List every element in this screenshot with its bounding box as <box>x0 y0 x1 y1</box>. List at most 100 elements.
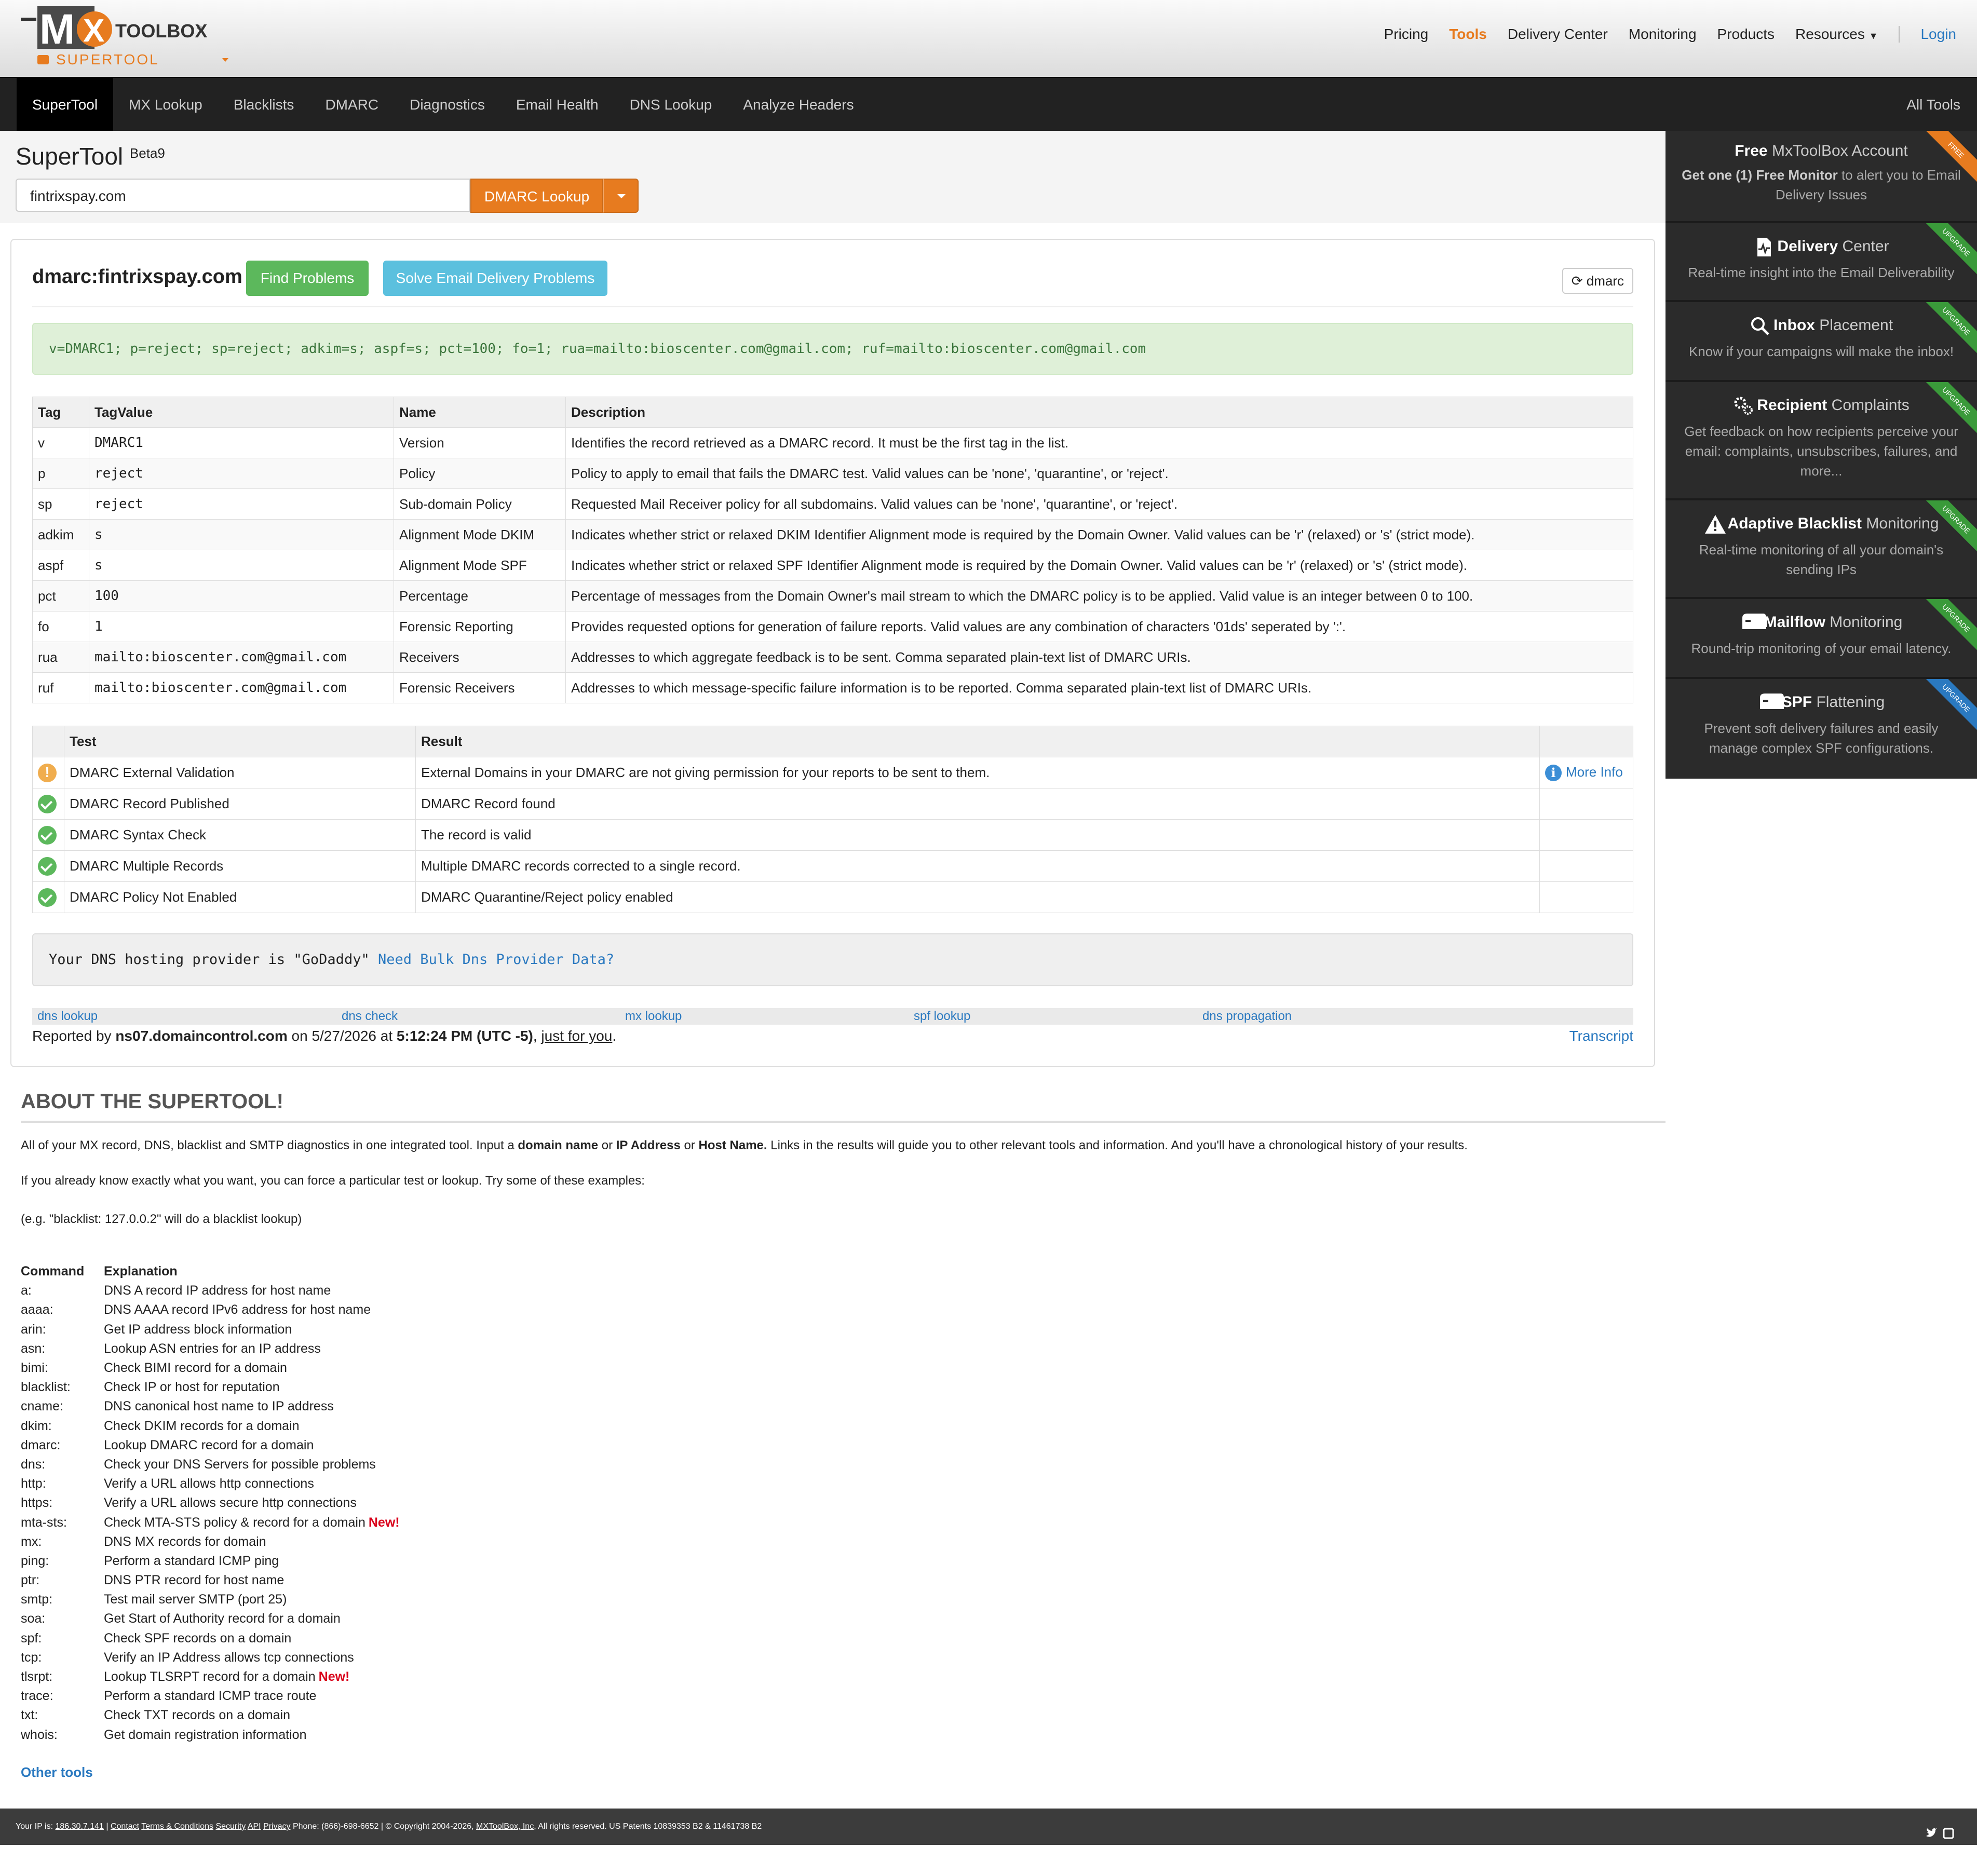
nav-monitoring[interactable]: Monitoring <box>1629 26 1697 43</box>
sidebar-mailflow[interactable]: UPGRADE Mailflow Monitoring Round-trip m… <box>1665 599 1977 679</box>
other-tools-link[interactable]: Other tools <box>21 1764 1665 1780</box>
nav-delivery-center[interactable]: Delivery Center <box>1508 26 1608 43</box>
name-cell: Receivers <box>394 642 566 673</box>
refresh-dmarc-button[interactable]: ⟳ dmarc <box>1562 268 1633 294</box>
login-link[interactable]: Login <box>1899 26 1956 43</box>
command-list: Command Explanation a: DNS A record IP ad… <box>21 1262 1665 1745</box>
command-explanation-text: Check IP or host for reputation <box>104 1380 280 1395</box>
description-cell: Identifies the record retrieved as a DMA… <box>565 427 1633 458</box>
nav-products[interactable]: Products <box>1717 26 1775 43</box>
pulse-document-icon <box>1753 237 1774 257</box>
ip-address-link[interactable]: 186.30.7.141 <box>56 1822 104 1831</box>
nav-tools[interactable]: Tools <box>1449 26 1487 43</box>
more-info-cell <box>1539 881 1633 913</box>
dmarc-record-text: v=DMARC1; p=reject; sp=reject; adkim=s; … <box>32 323 1633 375</box>
tag-row: rua mailto:bioscenter.com@gmail.com Receiv… <box>32 642 1633 673</box>
command-explanation-text: Get Start of Authority record for a doma… <box>104 1611 341 1626</box>
test-name-cell: DMARC Syntax Check <box>64 819 416 851</box>
tag-row: aspf s Alignment Mode SPF Indicates whether… <box>32 550 1633 581</box>
command-explanation-text: Get domain registration information <box>104 1727 307 1742</box>
transcript-link[interactable]: Transcript <box>1569 1028 1633 1044</box>
sidebar-inbox-placement[interactable]: UPGRADE Inbox Placement Know if your cam… <box>1665 302 1977 382</box>
square-icon[interactable] <box>1943 1828 1954 1839</box>
check-circle-icon <box>38 857 57 876</box>
reported-date: on 5/27/2026 at <box>291 1028 393 1044</box>
tab-supertool[interactable]: SuperTool <box>17 78 114 132</box>
link-dns-check[interactable]: dns check <box>342 1008 398 1025</box>
nav-resources[interactable]: Resources ▼ <box>1795 26 1878 43</box>
col-description: Description <box>565 397 1633 428</box>
command-explanation: DNS AAAA record IPv6 address for host na… <box>104 1302 371 1317</box>
sidebar-title-bold: Adaptive Blacklist <box>1727 514 1862 532</box>
sidebar-title-bold: Delivery <box>1777 237 1838 255</box>
sidebar-title-light: Monitoring <box>1866 514 1939 532</box>
command-name: tlsrpt: <box>21 1669 53 1684</box>
nav-pricing[interactable]: Pricing <box>1384 26 1429 43</box>
tab-diagnostics[interactable]: Diagnostics <box>394 78 500 132</box>
solve-delivery-problems-button[interactable]: Solve Email Delivery Problems <box>383 261 607 296</box>
bulk-dns-link[interactable]: Need Bulk Dns Provider Data? <box>378 951 614 968</box>
more-info-cell <box>1539 850 1633 882</box>
col-status <box>32 726 64 757</box>
footer-contact-link[interactable]: Contact <box>111 1822 139 1831</box>
sidebar-adaptive-blacklist[interactable]: UPGRADE Adaptive Blacklist Monitoring Re… <box>1665 500 1977 599</box>
col-more <box>1539 726 1633 757</box>
ip-label: Your IP is: <box>16 1822 53 1831</box>
command-explanation: Perform a standard ICMP trace route <box>104 1689 316 1704</box>
tab-mx-lookup[interactable]: MX Lookup <box>113 78 218 132</box>
footer-company-link[interactable]: MXToolBox, Inc <box>476 1822 534 1831</box>
sidebar-title-light: Center <box>1842 237 1889 255</box>
tool-navbar: SuperTool MX Lookup Blacklists DMARC Dia… <box>0 77 1977 132</box>
command-name: dmarc: <box>21 1437 61 1452</box>
more-info-link[interactable]: More Info <box>1566 764 1623 780</box>
sidebar-free-account[interactable]: FREE Free MxToolBox Account Get one (1) … <box>1665 131 1977 223</box>
command-explanation: Check TXT records on a domain <box>104 1708 290 1723</box>
about-bold: domain name <box>518 1138 599 1152</box>
nav-resources-label: Resources <box>1795 26 1865 42</box>
footer-security-link[interactable]: Security <box>215 1822 246 1831</box>
twitter-icon[interactable] <box>1926 1828 1937 1837</box>
mxtoolbox-logo[interactable]: M X TOOLBOX ® SUPERTOOL <box>21 4 239 72</box>
link-dns-lookup[interactable]: dns lookup <box>37 1008 98 1025</box>
footer-terms-link[interactable]: Terms & Conditions <box>141 1822 213 1831</box>
info-icon[interactable] <box>1545 765 1562 782</box>
command-explanation-text: DNS PTR record for host name <box>104 1573 285 1588</box>
command-name: trace: <box>21 1689 53 1704</box>
name-cell: Sub-domain Policy <box>394 488 566 520</box>
tag-cell: adkim <box>32 519 89 550</box>
all-tools-link[interactable]: All Tools <box>1906 78 1960 132</box>
just-for-you-link[interactable]: just for you <box>541 1028 612 1044</box>
result-card: dmarc:fintrixspay.com Find Problems Solv… <box>10 239 1655 1067</box>
find-problems-button[interactable]: Find Problems <box>246 261 369 296</box>
tab-analyze-headers[interactable]: Analyze Headers <box>727 78 869 132</box>
dmarc-lookup-button[interactable]: DMARC Lookup <box>470 179 603 213</box>
command-row: trace: Perform a standard ICMP trace rout… <box>21 1687 1665 1706</box>
sidebar-spf-flattening[interactable]: UPGRADE SPF Flattening Prevent soft deli… <box>1665 679 1977 779</box>
mailbox-icon <box>1758 692 1784 713</box>
tab-dmarc[interactable]: DMARC <box>309 78 394 132</box>
tab-blacklists[interactable]: Blacklists <box>218 78 310 132</box>
tag-row: fo 1 Forensic Reporting Provides requested … <box>32 611 1633 642</box>
command-row: aaaa: DNS AAAA record IPv6 address for ho… <box>21 1300 1665 1320</box>
tab-dns-lookup[interactable]: DNS Lookup <box>614 78 728 132</box>
link-mx-lookup[interactable]: mx lookup <box>625 1008 682 1025</box>
status-cell <box>32 819 64 851</box>
tag-cell: v <box>32 427 89 458</box>
footer-api-link[interactable]: API <box>248 1822 261 1831</box>
tagvalue-cell: mailto:bioscenter.com@gmail.com <box>89 672 394 703</box>
lookup-dropdown-toggle[interactable] <box>603 179 639 213</box>
link-dns-propagation[interactable]: dns propagation <box>1202 1008 1292 1025</box>
tab-email-health[interactable]: Email Health <box>500 78 614 132</box>
link-spf-lookup[interactable]: spf lookup <box>914 1008 970 1025</box>
status-cell <box>32 788 64 820</box>
command-explanation-text: Check DKIM records for a domain <box>104 1418 300 1433</box>
command-explanation: Check MTA-STS policy & record for a doma… <box>104 1515 400 1530</box>
sidebar-recipient-complaints[interactable]: UPGRADE Recipient Complaints Get feedbac… <box>1665 382 1977 500</box>
tagvalue-cell: 100 <box>89 580 394 611</box>
command-row: dns: Check your DNS Servers for possible … <box>21 1455 1665 1474</box>
search-input[interactable]: fintrixspay.com <box>16 179 470 212</box>
tag-cell: p <box>32 458 89 489</box>
sidebar-delivery-center[interactable]: UPGRADE Delivery Center Real-time insigh… <box>1665 223 1977 302</box>
footer-privacy-link[interactable]: Privacy <box>263 1822 290 1831</box>
svg-text:M: M <box>39 6 75 53</box>
